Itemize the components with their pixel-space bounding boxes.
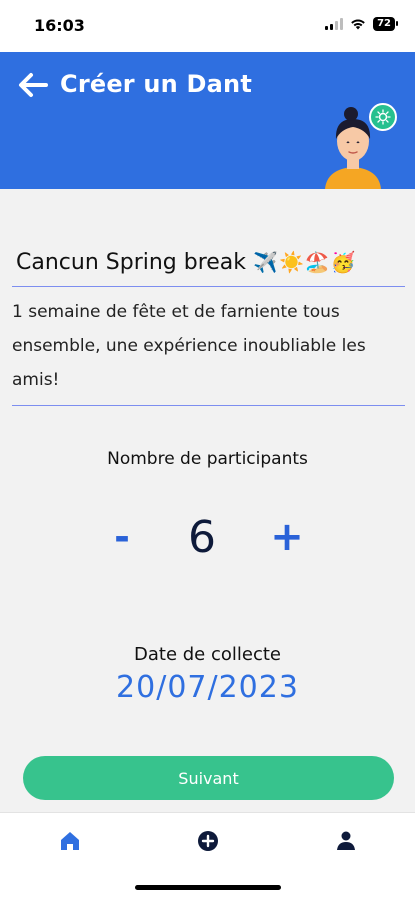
trip-title-emojis: ✈️☀️🏖️🥳 — [253, 250, 357, 274]
participants-stepper: - 6 + — [0, 510, 415, 570]
idea-bubble-icon — [369, 103, 397, 131]
wifi-icon — [351, 19, 365, 30]
next-button[interactable]: Suivant — [23, 756, 394, 800]
trip-title-text: Cancun Spring break — [16, 250, 247, 275]
profile-icon[interactable] — [332, 827, 360, 855]
home-icon[interactable] — [56, 827, 84, 855]
trip-description-text: 1 semaine de fête et de farniente tous e… — [12, 302, 366, 390]
participants-label: Nombre de participants — [107, 449, 308, 469]
date-label: Date de collecte — [134, 644, 281, 665]
trip-title-field[interactable]: Cancun Spring break ✈️☀️🏖️🥳 — [16, 250, 357, 275]
home-indicator — [135, 885, 281, 890]
back-arrow-icon[interactable] — [16, 70, 50, 100]
page-title: Créer un Dant — [60, 70, 252, 98]
participants-count: 6 — [188, 512, 216, 563]
increment-button[interactable]: + — [270, 512, 304, 562]
date-value[interactable]: 20/07/2023 — [0, 670, 415, 705]
header: Créer un Dant — [0, 52, 415, 189]
battery-indicator: 72 — [373, 17, 398, 31]
trip-description-field[interactable]: 1 semaine de fête et de farniente tous e… — [12, 286, 405, 406]
status-bar: 16:03 72 — [0, 0, 415, 52]
signal-icon — [325, 18, 344, 30]
status-time: 16:03 — [34, 16, 85, 35]
status-icons: 72 — [325, 17, 398, 31]
decrement-button[interactable]: - — [106, 512, 138, 562]
add-circle-icon[interactable] — [194, 827, 222, 855]
